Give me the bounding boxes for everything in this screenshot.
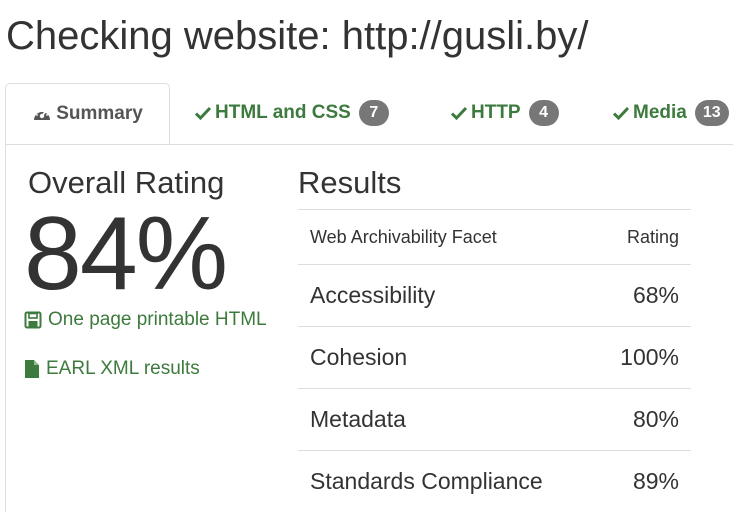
table-row: Standards Compliance 89% <box>298 450 691 512</box>
tab-http-label: HTTP <box>471 102 521 123</box>
tab-summary-label: Summary <box>56 102 143 124</box>
save-icon <box>24 311 42 329</box>
table-row: Accessibility 68% <box>298 264 691 327</box>
table-row: Metadata 80% <box>298 388 691 451</box>
file-icon <box>24 359 40 379</box>
results-table: Web Archivability Facet Rating Accessibi… <box>298 209 691 512</box>
tab-summary[interactable]: Summary <box>5 83 170 144</box>
tab-http-badge: 4 <box>528 100 559 126</box>
check-icon <box>451 106 467 120</box>
check-icon <box>613 106 629 120</box>
facet-rating: 89% <box>595 450 691 512</box>
tab-html-and-css-label: HTML and CSS <box>215 102 351 123</box>
facet-rating: 100% <box>595 326 691 389</box>
printable-html-link-label: One page printable HTML <box>48 309 267 330</box>
results-heading: Results <box>298 165 402 200</box>
facet-rating: 68% <box>595 264 691 327</box>
facet-rating: 80% <box>595 388 691 451</box>
tab-bar: Summary HTML and CSS 7 HTTP 4 Media 13 <box>5 83 733 145</box>
printable-html-link[interactable]: One page printable HTML <box>24 309 267 331</box>
facet-name: Standards Compliance <box>298 450 596 512</box>
results-header-row: Web Archivability Facet Rating <box>298 209 691 265</box>
page-title: Checking website: http://gusli.by/ <box>6 14 589 58</box>
dashboard-icon <box>32 105 52 123</box>
facet-name: Accessibility <box>298 264 596 327</box>
column-header-rating: Rating <box>595 209 691 265</box>
earl-xml-link-label: EARL XML results <box>46 358 200 379</box>
table-row: Cohesion 100% <box>298 326 691 389</box>
facet-name: Cohesion <box>298 326 596 389</box>
tab-media-badge: 13 <box>694 100 729 126</box>
tab-http[interactable]: HTTP 4 <box>451 83 559 143</box>
overall-rating-value: 84% <box>24 196 228 312</box>
earl-xml-link[interactable]: EARL XML results <box>24 358 200 380</box>
tab-media[interactable]: Media 13 <box>613 83 729 143</box>
tab-html-and-css[interactable]: HTML and CSS 7 <box>195 83 389 143</box>
tab-media-label: Media <box>633 102 687 123</box>
column-header-facet: Web Archivability Facet <box>298 209 596 265</box>
check-icon <box>195 106 211 120</box>
facet-name: Metadata <box>298 388 596 451</box>
tab-html-and-css-badge: 7 <box>358 100 389 126</box>
